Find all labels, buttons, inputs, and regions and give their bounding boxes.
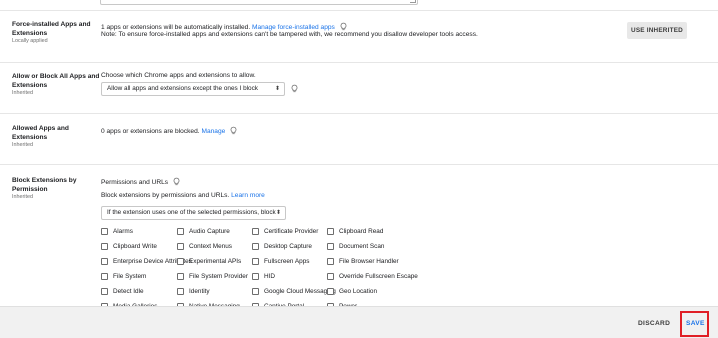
- checkbox-label: Fullscreen Apps: [264, 258, 310, 265]
- checkbox[interactable]: [177, 288, 184, 295]
- setting-status: Inherited: [12, 194, 33, 201]
- divider: [0, 62, 718, 63]
- checkbox-label: Google Cloud Messaging: [264, 288, 336, 295]
- checkbox-label: HID: [264, 273, 276, 280]
- force-installed-label: Force-installed Apps and Extensions Loca…: [12, 21, 100, 45]
- checkbox[interactable]: [101, 243, 108, 250]
- manage-link[interactable]: Manage: [201, 128, 225, 135]
- setting-title: Force-installed Apps and Extensions: [12, 21, 91, 37]
- permissions-subheading-line: Permissions and URLs: [101, 177, 181, 188]
- checkbox-label: Audio Capture: [189, 228, 230, 235]
- checkbox[interactable]: [101, 258, 108, 265]
- checkbox[interactable]: [252, 288, 259, 295]
- force-installed-note: Note: To ensure force-installed apps and…: [101, 31, 478, 38]
- select-value: If the extension uses one of the selecte…: [107, 209, 276, 216]
- use-inherited-button[interactable]: USE INHERITED: [627, 22, 687, 39]
- checkbox[interactable]: [101, 288, 108, 295]
- permission-rule-select[interactable]: If the extension uses one of the selecte…: [101, 206, 286, 220]
- allowed-apps-line: 0 apps or extensions are blocked. Manage: [101, 126, 238, 137]
- checkbox-label: Geo Location: [339, 288, 378, 295]
- checkbox-label: File Browser Handler: [339, 258, 399, 265]
- checkbox-label: Identity: [189, 288, 210, 295]
- checkbox-label: Desktop Capture: [264, 243, 312, 250]
- setting-status: Locally applied: [12, 38, 48, 45]
- checkbox[interactable]: [177, 243, 184, 250]
- checkbox-label: Alarms: [113, 228, 133, 235]
- checkbox[interactable]: [101, 273, 108, 280]
- force-installed-count-text: 1 apps or extensions will be automatical…: [101, 24, 251, 31]
- checkbox[interactable]: [252, 228, 259, 235]
- divider: [0, 10, 718, 11]
- checkbox[interactable]: [252, 258, 259, 265]
- allow-block-label: Allow or Block All Apps and Extensions I…: [12, 73, 100, 97]
- block-permission-label: Block Extensions by Permission Inherited: [12, 177, 100, 201]
- checkbox-label: Clipboard Write: [113, 243, 157, 250]
- setting-title: Allowed Apps and Extensions: [12, 125, 69, 141]
- checkbox-label: File System Provider: [189, 273, 248, 280]
- lightbulb-icon[interactable]: [339, 22, 348, 31]
- block-description-line: Block extensions by permissions and URLs…: [101, 192, 265, 201]
- save-button[interactable]: SAVE: [686, 320, 705, 327]
- blocked-count-text: 0 apps or extensions are blocked.: [101, 128, 200, 135]
- lightbulb-icon[interactable]: [290, 84, 299, 93]
- checkbox-label: Detect Idle: [113, 288, 144, 295]
- resize-grip-icon[interactable]: [410, 0, 416, 3]
- checkbox[interactable]: [327, 243, 334, 250]
- lightbulb-icon[interactable]: [172, 177, 181, 186]
- checkbox-label: Experimental APIs: [189, 258, 242, 265]
- checkbox[interactable]: [327, 288, 334, 295]
- divider: [0, 113, 718, 114]
- checkbox-label: Override Fullscreen Escape: [339, 273, 418, 280]
- permissions-subheading: Permissions and URLs: [101, 179, 169, 186]
- setting-title: Block Extensions by Permission: [12, 177, 77, 193]
- discard-button[interactable]: DISCARD: [638, 320, 670, 327]
- checkbox-label: Clipboard Read: [339, 228, 384, 235]
- block-description: Block extensions by permissions and URLs…: [101, 192, 230, 199]
- updown-icon: ⬍: [275, 210, 281, 216]
- checkbox-label: Document Scan: [339, 243, 385, 250]
- action-footer: DISCARD SAVE: [0, 306, 718, 338]
- checkbox[interactable]: [101, 228, 108, 235]
- checkbox[interactable]: [177, 258, 184, 265]
- checkbox[interactable]: [252, 243, 259, 250]
- updown-icon: ⬍: [274, 86, 280, 92]
- setting-status: Inherited: [12, 90, 33, 97]
- checkbox[interactable]: [327, 228, 334, 235]
- checkbox-label: Context Menus: [189, 243, 232, 250]
- lightbulb-icon[interactable]: [229, 126, 238, 135]
- select-value: Allow all apps and extensions except the…: [107, 85, 258, 92]
- checkbox[interactable]: [252, 273, 259, 280]
- checkbox[interactable]: [177, 228, 184, 235]
- learn-more-link[interactable]: Learn more: [231, 192, 265, 199]
- policy-settings-page: Force-installed Apps and Extensions Loca…: [0, 0, 718, 338]
- checkbox[interactable]: [177, 273, 184, 280]
- manage-force-installed-link[interactable]: Manage force-installed apps: [252, 24, 335, 31]
- allowed-apps-label: Allowed Apps and Extensions Inherited: [12, 125, 100, 149]
- divider: [0, 164, 718, 165]
- allow-block-select[interactable]: Allow all apps and extensions except the…: [101, 82, 285, 96]
- setting-title: Allow or Block All Apps and Extensions: [12, 73, 100, 89]
- checkbox[interactable]: [327, 273, 334, 280]
- checkbox[interactable]: [327, 258, 334, 265]
- previous-setting-textarea[interactable]: [100, 0, 418, 5]
- allow-block-prompt: Choose which Chrome apps and extensions …: [101, 72, 256, 79]
- checkbox-label: File System: [113, 273, 147, 280]
- setting-status: Inherited: [12, 142, 33, 149]
- checkbox-label: Certificate Provider: [264, 228, 319, 235]
